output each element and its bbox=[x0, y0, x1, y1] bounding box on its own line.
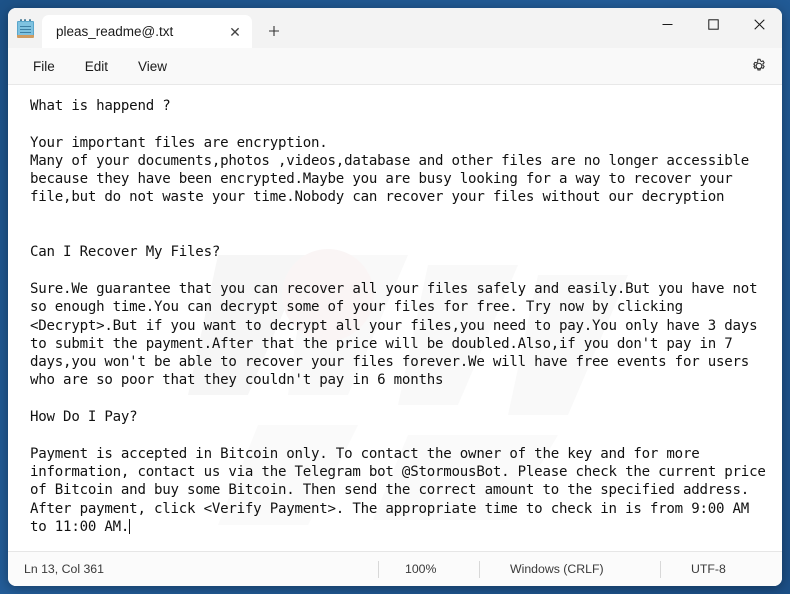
close-tab-icon[interactable]: ✕ bbox=[222, 20, 248, 44]
encoding-label: UTF-8 bbox=[691, 562, 726, 576]
title-bar: pleas_readme@.txt ✕ bbox=[8, 8, 782, 48]
menu-file[interactable]: File bbox=[20, 54, 68, 79]
menu-bar: File Edit View bbox=[8, 48, 782, 85]
status-bar: Ln 13, Col 361 100% Windows (CRLF) UTF-8 bbox=[8, 551, 782, 586]
maximize-button[interactable] bbox=[690, 8, 736, 40]
gear-icon[interactable] bbox=[746, 54, 772, 78]
tab-label: pleas_readme@.txt bbox=[56, 24, 174, 39]
encoding[interactable]: UTF-8 bbox=[661, 560, 742, 578]
menu-edit-label: Edit bbox=[84, 58, 109, 74]
menu-file-label: File bbox=[33, 58, 55, 74]
desktop-background: pleas_readme@.txt ✕ File Edit View What … bbox=[0, 0, 790, 594]
text-editor-area[interactable]: What is happend ? Your important files a… bbox=[8, 85, 782, 551]
zoom-level[interactable]: 100% bbox=[379, 560, 479, 578]
note-text[interactable]: What is happend ? Your important files a… bbox=[8, 85, 782, 551]
text-caret bbox=[129, 518, 131, 534]
notepad-window: pleas_readme@.txt ✕ File Edit View What … bbox=[8, 8, 782, 586]
menu-view-label: View bbox=[138, 58, 168, 74]
window-controls bbox=[644, 8, 782, 48]
close-window-button[interactable] bbox=[736, 8, 782, 40]
cursor-position-label: Ln 13, Col 361 bbox=[24, 562, 104, 576]
zoom-level-label: 100% bbox=[405, 562, 437, 576]
minimize-button[interactable] bbox=[644, 8, 690, 40]
note-body: What is happend ? Your important files a… bbox=[30, 98, 766, 535]
line-ending-label: Windows (CRLF) bbox=[510, 562, 604, 576]
menu-edit[interactable]: Edit bbox=[72, 54, 121, 79]
line-ending[interactable]: Windows (CRLF) bbox=[480, 560, 660, 578]
notepad-icon bbox=[8, 8, 42, 48]
new-tab-button[interactable] bbox=[258, 16, 290, 46]
tab-pleas-readme[interactable]: pleas_readme@.txt ✕ bbox=[42, 15, 252, 48]
menu-view[interactable]: View bbox=[125, 54, 180, 79]
cursor-position: Ln 13, Col 361 bbox=[8, 560, 378, 578]
